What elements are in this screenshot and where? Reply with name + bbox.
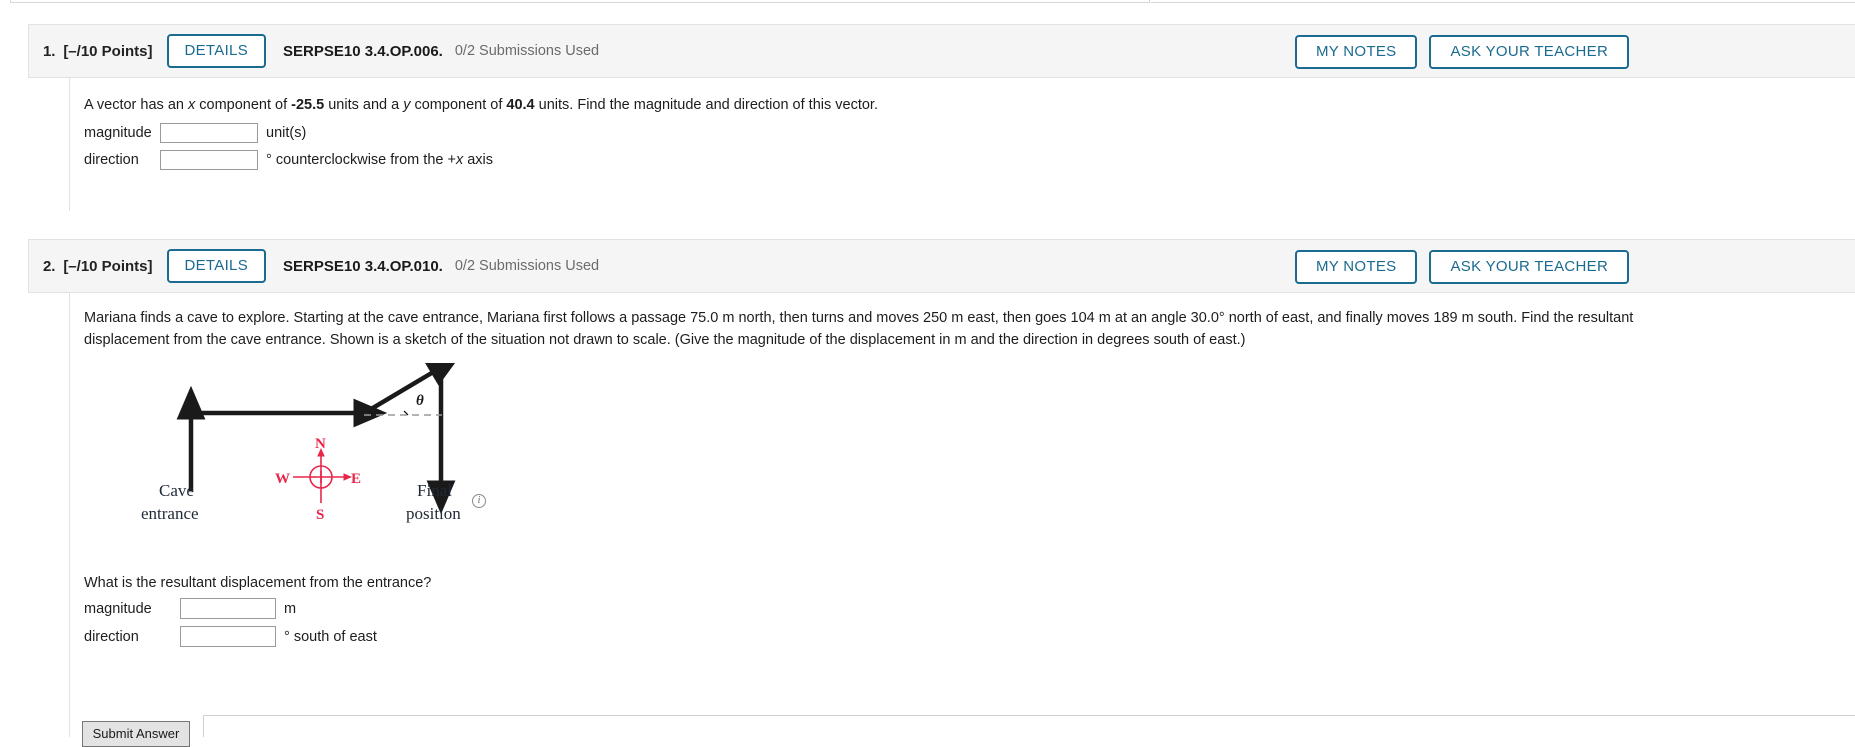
question-card-1: 1. [–/10 Points] DETAILS SERPSE10 3.4.OP… — [28, 24, 1855, 211]
question-1-magnitude-row: magnitude unit(s) — [84, 123, 1855, 144]
figure-info-icon[interactable]: i — [472, 494, 486, 509]
my-notes-button-1[interactable]: MY NOTES — [1295, 34, 1418, 70]
question-2-prompt: Mariana finds a cave to explore. Startin… — [84, 307, 1855, 351]
question-2-magnitude-input[interactable] — [180, 598, 276, 620]
question-2-prompt-line-1: Mariana finds a cave to explore. Startin… — [84, 310, 1634, 326]
question-1-header: 1. [–/10 Points] DETAILS SERPSE10 3.4.OP… — [28, 24, 1855, 78]
q1-prompt-part3: units and a — [324, 97, 404, 113]
submit-answer-button[interactable]: Submit Answer — [82, 721, 190, 747]
question-2-prompt-line-2: displacement from the cave entrance. Sho… — [84, 332, 1246, 349]
cave-entrance-label-line1: Cave — [159, 481, 194, 500]
question-1-points: [–/10 Points] — [63, 42, 153, 60]
page-top-cutoff-strip — [0, 0, 1855, 4]
question-1-body: A vector has an x component of -25.5 uni… — [69, 78, 1855, 211]
q1-dir-unit-post: axis — [463, 152, 494, 169]
question-1-direction-input[interactable] — [160, 150, 258, 171]
final-position-label-line1: Final — [417, 481, 452, 500]
question-2-magnitude-label: magnitude — [84, 600, 152, 617]
question-2-direction-unit: ° south of east — [284, 628, 377, 645]
compass-south-label: S — [316, 507, 324, 523]
final-position-label-line2: position — [406, 504, 461, 523]
q1-prompt-part1: A vector has an — [84, 97, 188, 113]
question-2-number: 2. — [43, 257, 56, 275]
question-1-direction-unit: ° counterclockwise from the +x axis — [266, 152, 493, 168]
question-2-points: [–/10 Points] — [63, 257, 153, 275]
q1-prompt-part5: units. Find the magnitude and direction … — [534, 97, 878, 113]
details-button-1[interactable]: DETAILS — [166, 33, 267, 69]
question-1-submissions: 0/2 Submissions Used — [454, 43, 600, 59]
question-2-direction-label: direction — [84, 628, 139, 645]
top-strip-left-segment — [10, 0, 1150, 3]
q1-prompt-value-x: -25.5 — [291, 97, 325, 113]
compass-west-label: W — [275, 471, 290, 487]
question-2-header-actions: MY NOTES ASK YOUR TEACHER — [1295, 240, 1630, 294]
theta-label: θ — [416, 393, 424, 409]
q1-prompt-part4: component of — [410, 97, 507, 113]
question-2-sub-question: What is the resultant displacement from … — [84, 575, 432, 592]
question-2-direction-row: direction ° south of east — [84, 626, 1855, 648]
top-strip-right-segment — [1151, 0, 1855, 3]
question-1-header-actions: MY NOTES ASK YOUR TEACHER — [1295, 25, 1630, 79]
ask-your-teacher-button-1[interactable]: ASK YOUR TEACHER — [1429, 34, 1630, 70]
my-notes-button-2[interactable]: MY NOTES — [1295, 249, 1418, 285]
q1-prompt-part2: component of — [195, 97, 292, 113]
compass-rose: N S E W — [275, 436, 361, 523]
question-1-prompt: A vector has an x component of -25.5 uni… — [84, 94, 1855, 116]
question-1-number: 1. — [43, 42, 56, 60]
question-2-body: Mariana finds a cave to explore. Startin… — [69, 293, 1855, 713]
footer-side-panel — [203, 715, 1855, 737]
question-1-code: SERPSE10 3.4.OP.006. — [283, 42, 443, 60]
question-2-header: 2. [–/10 Points] DETAILS SERPSE10 3.4.OP… — [28, 239, 1855, 293]
q1-prompt-value-y: 40.4 — [506, 97, 535, 113]
q1-dir-unit-pre: ° counterclockwise from the + — [266, 152, 456, 169]
question-2-code: SERPSE10 3.4.OP.010. — [283, 257, 443, 275]
question-2-footer: Submit Answer — [69, 690, 1855, 747]
question-1-magnitude-label: magnitude — [84, 125, 152, 142]
question-1-direction-row: direction ° counterclockwise from the +x… — [84, 150, 1855, 171]
question-2-submissions: 0/2 Submissions Used — [454, 258, 600, 274]
compass-east-label: E — [351, 471, 361, 487]
vector-diagonal-leg — [359, 356, 461, 417]
question-1-magnitude-input[interactable] — [160, 123, 258, 144]
details-button-2[interactable]: DETAILS — [166, 248, 267, 284]
question-2-magnitude-unit: m — [284, 600, 297, 617]
question-card-2: 2. [–/10 Points] DETAILS SERPSE10 3.4.OP… — [28, 239, 1855, 713]
question-1-direction-label: direction — [84, 152, 139, 169]
cave-displacement-diagram: θ Cave entrance Final position N S E W — [141, 356, 461, 523]
question-2-footer-left-rule — [69, 690, 70, 737]
question-2-magnitude-row: magnitude m — [84, 598, 1855, 620]
question-2-direction-input[interactable] — [180, 626, 276, 648]
compass-north-label: N — [315, 436, 326, 452]
cave-entrance-label-line2: entrance — [141, 504, 199, 523]
question-1-magnitude-unit: unit(s) — [266, 125, 307, 142]
ask-your-teacher-button-2[interactable]: ASK YOUR TEACHER — [1429, 249, 1630, 285]
question-2-figure: θ Cave entrance Final position N S E W i — [86, 356, 516, 563]
